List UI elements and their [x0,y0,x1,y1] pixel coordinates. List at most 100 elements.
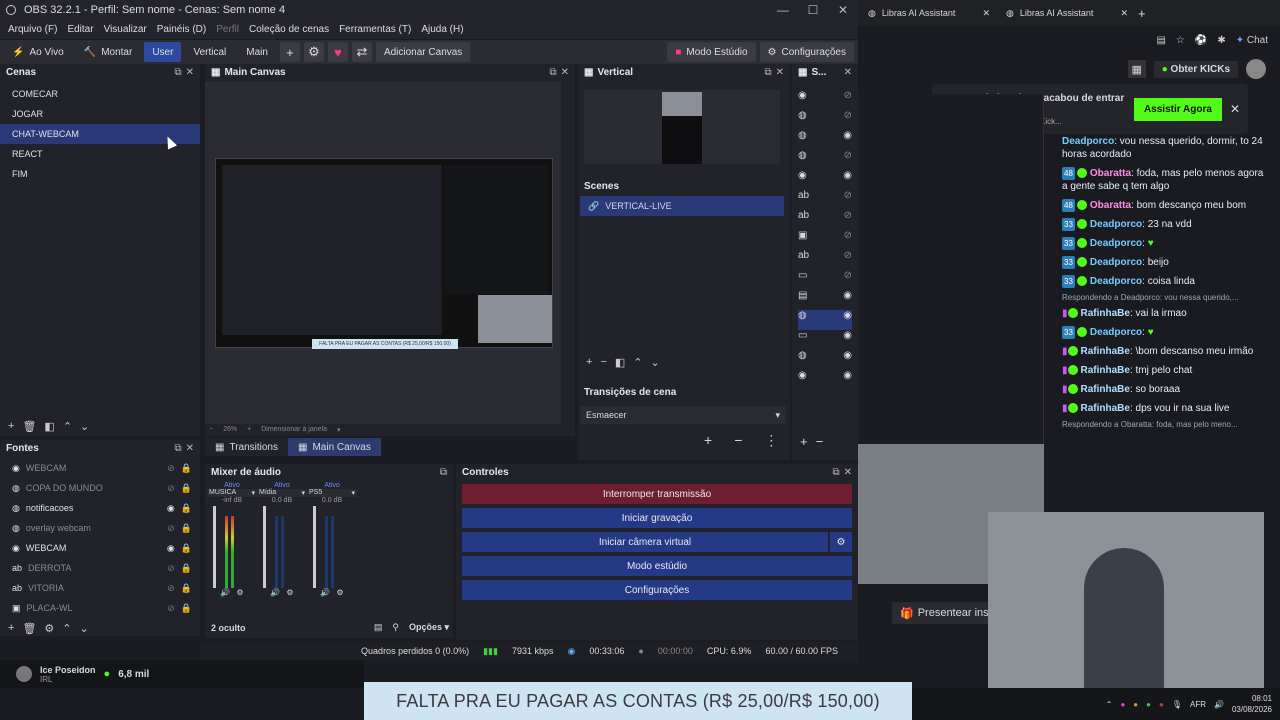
chat-nick[interactable]: Obaratta [1090,200,1131,211]
undock-icon[interactable]: ⧉ [440,467,447,478]
reader-icon[interactable]: ▤ [1156,35,1165,46]
tab-transitions[interactable]: ▦ Transitions [205,438,288,456]
delete-source-icon[interactable]: 🗑 [22,622,36,635]
close-dock-icon[interactable]: ✕ [561,67,569,78]
lock-icon[interactable]: 🔒 [181,503,192,514]
chat-nick[interactable]: Obaratta [1090,168,1131,179]
stop-stream-button[interactable]: Interromper transmissão [462,484,852,504]
eye-icon[interactable]: ◉ [167,503,175,514]
move-down-icon[interactable]: ⌄ [80,420,89,433]
chat-nick[interactable]: Deadporco [1090,238,1142,249]
tray-app-icon[interactable]: ● [1120,700,1125,709]
close-dock-icon[interactable]: ✕ [844,67,852,78]
link-icon[interactable]: ⚲ [392,622,399,633]
narrow-source-row[interactable]: ◉ ◉ [798,370,852,390]
undock-icon[interactable]: ⧉ [832,467,839,478]
channel-name-select[interactable]: PS5 ▾ [307,489,357,497]
chat-nick[interactable]: Deadporco [1090,257,1142,268]
lock-icon[interactable]: 🔒 [181,543,192,554]
copilot-chat-button[interactable]: ✦ Chat [1236,35,1268,46]
add-icon[interactable]: + [800,434,808,449]
volume-slider[interactable] [213,506,216,588]
gear-icon[interactable]: ⚙ [44,622,54,635]
move-up-icon[interactable]: ⌃ [62,622,71,635]
source-row[interactable]: ◉ WEBCAM ◉ 🔒 [0,538,200,558]
transition-select[interactable]: Esmaecer ▾ [580,406,786,424]
narrow-source-row[interactable]: ▣ ⊘ [798,230,852,250]
chat-nick[interactable]: RafinhaBe [1081,365,1130,376]
narrow-source-row[interactable]: ab ⊘ [798,190,852,210]
move-down-icon[interactable]: ⌄ [80,622,89,635]
source-row[interactable]: ◍ notificacoes ◉ 🔒 [0,498,200,518]
menu-view[interactable]: Visualizar [104,24,147,35]
delete-scene-icon[interactable]: 🗑 [22,420,36,433]
close-dock-icon[interactable]: ✕ [776,67,784,78]
narrow-source-row[interactable]: ◉ ⊘ [798,90,852,110]
eye-hidden-icon[interactable]: ⊘ [844,90,852,110]
narrow-source-row[interactable]: ab ⊘ [798,250,852,270]
add-scene-icon[interactable]: + [586,356,592,368]
minimize-icon[interactable]: — [768,3,798,17]
share-icon[interactable]: ⇄ [351,42,372,62]
volume-slider[interactable] [313,506,316,588]
add-icon[interactable]: + [704,432,712,449]
channel-name-select[interactable]: Mídia ▾ [257,489,307,497]
grid-icon[interactable]: ▦ [1127,60,1146,78]
menu-file[interactable]: Arquivo (F) [8,24,57,35]
chat-nick[interactable]: RafinhaBe [1081,403,1130,414]
ao-vivo-button[interactable]: ⚡ Ao Vivo [4,42,72,62]
eye-hidden-icon[interactable]: ⊘ [844,250,852,270]
puzzle-icon[interactable]: ✱ [1217,35,1225,46]
narrow-source-row[interactable]: ◍ ◉ [798,130,852,150]
close-dock-icon[interactable]: ✕ [186,443,194,454]
move-down-icon[interactable]: ⌄ [651,356,660,369]
eye-hidden-icon[interactable]: ⊘ [844,230,852,250]
source-row[interactable]: ◍ overlay webcam ⊘ 🔒 [0,518,200,538]
close-tab-icon[interactable]: ✕ [1120,8,1128,19]
chat-nick[interactable]: RafinhaBe [1081,346,1130,357]
montar-button[interactable]: 🔨 Montar [76,42,141,62]
speaker-icon[interactable]: 🔊 [220,588,230,597]
studio-mode-toolbar-button[interactable]: ■ Modo Estúdio [667,42,756,62]
remove-icon[interactable]: − [734,432,742,449]
lock-icon[interactable]: 🔒 [181,523,192,534]
remove-scene-icon[interactable]: − [600,356,606,368]
narrow-source-row[interactable]: ◍ ◉ [798,350,852,370]
heart-icon[interactable]: ♥ [327,42,348,62]
user-avatar[interactable] [1246,59,1266,79]
chat-nick[interactable]: RafinhaBe [1081,384,1130,395]
eye-hidden-icon[interactable]: ⊘ [844,150,852,170]
narrow-source-row[interactable]: ◍ ⊘ [798,150,852,170]
scene-item[interactable]: FIM [0,164,200,184]
mixer-options-button[interactable]: Opções ▾ [409,622,449,633]
clock[interactable]: 08:01 03/08/2026 [1232,693,1272,715]
canvas-tab-vertical[interactable]: Vertical [185,42,234,62]
tab-main-canvas[interactable]: ▦ Main Canvas [288,438,381,456]
eye-icon[interactable]: ◉ [843,130,852,150]
mic-icon[interactable]: 🎙 [1172,700,1182,709]
lock-icon[interactable]: 🔒 [181,603,192,614]
add-scene-icon[interactable]: + [8,420,14,432]
fit-to-window[interactable]: Dimensionar à janela [261,426,327,434]
chat-nick[interactable]: RafinhaBe [1081,308,1130,319]
undock-icon[interactable]: ⧉ [549,67,556,78]
gear-icon[interactable]: ⚙ [303,42,324,62]
lock-icon[interactable]: 🔒 [181,583,192,594]
menu-docks[interactable]: Painéis (D) [157,24,206,35]
start-recording-button[interactable]: Iniciar gravação [462,508,852,528]
lock-icon[interactable]: 🔒 [181,563,192,574]
get-kicks-button[interactable]: ● Obter KICKs [1153,60,1238,78]
mixer-layout-icon[interactable]: ▤ [374,622,383,633]
scene-item[interactable]: COMECAR [0,84,200,104]
gift-subs-button[interactable]: 🎁 Presentear ins [892,602,992,624]
eye-hidden-icon[interactable]: ⊘ [167,603,175,614]
undock-icon[interactable]: ⧉ [764,67,771,78]
canvas-tab-main[interactable]: Main [238,42,276,62]
browser-tab[interactable]: ◍ Libras AI Assistant ✕ [1000,8,1134,19]
source-row[interactable]: ◉ WEBCAM ⊘ 🔒 [0,458,200,478]
add-icon[interactable]: + [279,42,300,62]
eye-icon[interactable]: ◉ [843,350,852,370]
new-tab-icon[interactable]: + [1138,6,1146,21]
close-icon[interactable]: ✕ [828,3,858,17]
menu-scene-collection[interactable]: Coleção de cenas [249,24,329,35]
